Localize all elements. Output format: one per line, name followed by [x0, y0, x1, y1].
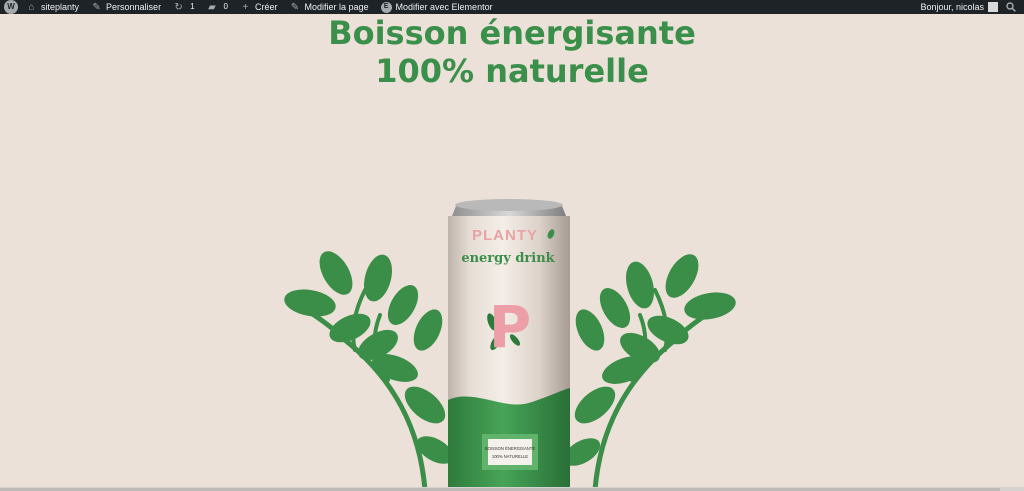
admin-comments[interactable]: ▰ 0: [201, 0, 234, 14]
refresh-icon: ↻: [174, 1, 183, 13]
admin-new[interactable]: + Créer: [234, 0, 284, 14]
horizontal-scrollbar[interactable]: [0, 487, 1024, 491]
site-name-label: siteplanty: [41, 2, 80, 12]
left-branch: [284, 251, 454, 491]
wp-admin-bar: W ⌂ siteplanty ✎ Personnaliser ↻ 1 ▰ 0 +…: [0, 0, 1024, 14]
admin-customize[interactable]: ✎ Personnaliser: [85, 0, 167, 14]
home-icon: ⌂: [28, 1, 35, 13]
comments-count: 0: [223, 2, 228, 11]
can-label-line2: 100% NATURELLE: [492, 454, 528, 459]
wordpress-logo-icon[interactable]: W: [4, 0, 18, 14]
elementor-icon: E: [380, 1, 392, 13]
updates-count: 1: [190, 2, 195, 11]
admin-my-account[interactable]: Bonjour, nicolas: [914, 0, 1002, 14]
admin-edit-elementor[interactable]: E Modifier avec Elementor: [375, 0, 499, 14]
plus-icon: +: [242, 1, 249, 13]
right-branch: [563, 254, 736, 491]
hero-title-line2: 100% naturelle: [375, 52, 649, 90]
can-brand: PLANTY: [472, 227, 538, 244]
can-logo: P: [487, 293, 532, 361]
admin-edit-page[interactable]: ✎ Modifier la page: [283, 0, 374, 14]
admin-updates[interactable]: ↻ 1: [167, 0, 200, 14]
hero-title: Boisson énergisante 100% naturelle: [0, 14, 1024, 90]
energy-drink-can: PLANTY energy drink P BOISSON ÉNERGISANT…: [448, 199, 570, 491]
brush-icon: ✎: [92, 1, 101, 13]
can-label-line1: BOISSON ÉNERGISANTE: [485, 446, 535, 451]
admin-search[interactable]: [1002, 0, 1024, 14]
greeting-label: Bonjour, nicolas: [920, 2, 984, 12]
admin-site-name[interactable]: ⌂ siteplanty: [20, 0, 85, 14]
pencil-icon: ✎: [290, 1, 300, 13]
edit-elementor-label: Modifier avec Elementor: [395, 2, 493, 12]
hero-title-line1: Boisson énergisante: [328, 14, 696, 52]
can-subtitle: energy drink: [461, 251, 555, 266]
can-letter: P: [489, 293, 532, 361]
search-icon: [1006, 2, 1016, 12]
new-label: Créer: [254, 2, 278, 12]
customize-label: Personnaliser: [106, 2, 162, 12]
comment-icon: ▰: [208, 1, 216, 13]
edit-page-label: Modifier la page: [304, 2, 369, 12]
avatar: [988, 2, 998, 12]
product-illustration: PLANTY energy drink P BOISSON ÉNERGISANT…: [284, 199, 736, 491]
